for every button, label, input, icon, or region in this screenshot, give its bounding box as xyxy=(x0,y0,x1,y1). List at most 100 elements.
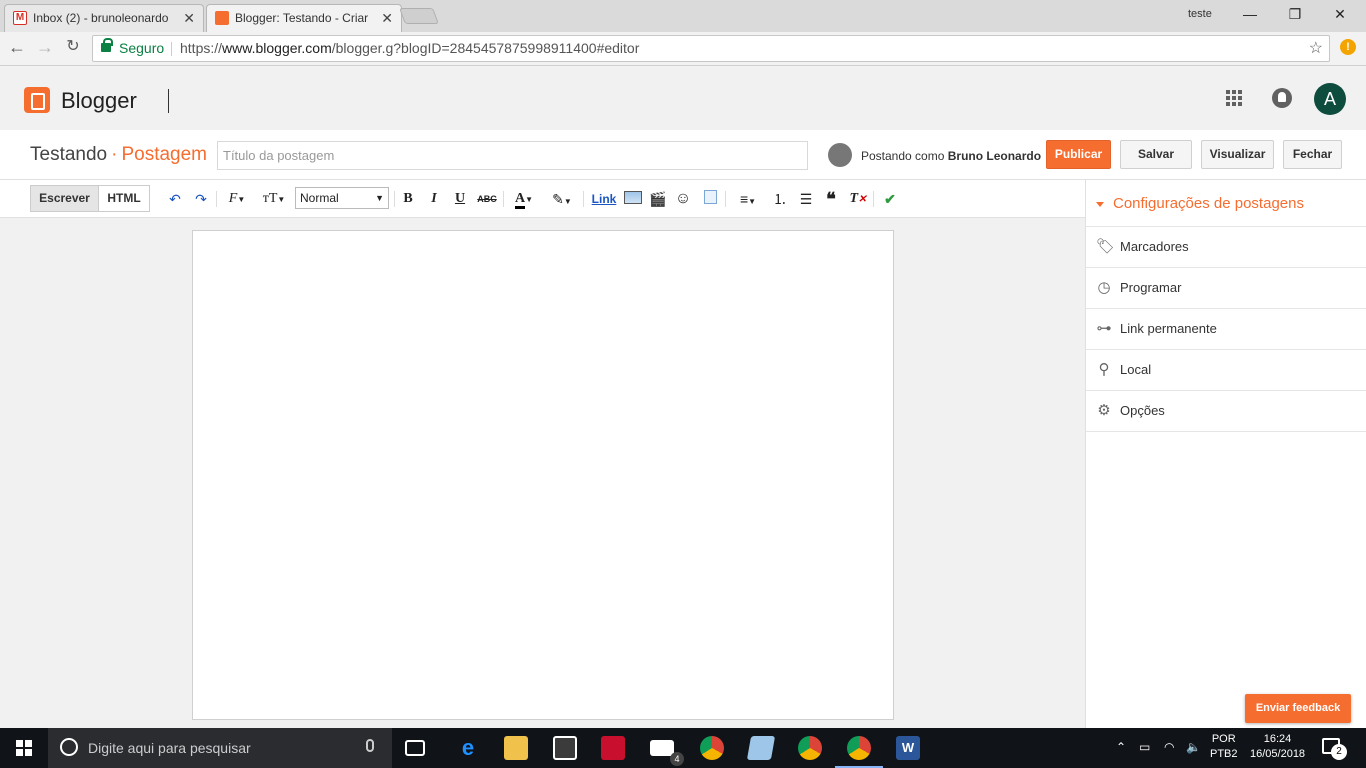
system-clock[interactable]: 16:24 16/05/2018 xyxy=(1250,732,1305,762)
app-name[interactable]: Blogger xyxy=(61,88,137,114)
edge-browser-icon[interactable]: e xyxy=(456,736,480,760)
blogger-logo-icon[interactable] xyxy=(24,87,50,113)
url-text[interactable]: https://www.blogger.com/blogger.g?blogID… xyxy=(180,36,639,61)
back-icon[interactable]: ← xyxy=(6,36,28,58)
spellcheck-icon[interactable]: ✔ xyxy=(880,190,900,208)
font-family-icon[interactable]: F▼ xyxy=(222,190,252,208)
video-icon[interactable]: 🎬 xyxy=(649,190,667,208)
microphone-icon[interactable] xyxy=(366,739,374,752)
post-settings-header[interactable]: Configurações de postagens xyxy=(1086,180,1366,227)
tray-overflow-icon[interactable]: ⌃ xyxy=(1116,740,1126,754)
address-bar[interactable]: Seguro https://www.blogger.com/blogger.g… xyxy=(92,35,1330,62)
battery-icon[interactable]: ▭ xyxy=(1139,740,1150,754)
blog-name[interactable]: Testando xyxy=(30,144,107,165)
post-title-input[interactable] xyxy=(217,141,808,170)
language-indicator[interactable]: POR PTB2 xyxy=(1210,732,1238,762)
chrome-profile-icon[interactable] xyxy=(700,736,724,760)
mail-icon[interactable]: 4 xyxy=(650,740,684,766)
sidebar-item-label: Local xyxy=(1120,362,1152,377)
file-explorer-icon[interactable] xyxy=(504,736,528,760)
extension-alert-icon[interactable]: ! xyxy=(1340,39,1356,55)
notifications-bell-icon[interactable] xyxy=(1272,88,1292,108)
tab-title: Blogger: Testando - Criar xyxy=(235,11,369,25)
blogger-favicon-icon xyxy=(215,11,229,25)
redo-icon[interactable]: ↷ xyxy=(192,190,210,208)
action-center-icon[interactable]: 2 xyxy=(1322,738,1347,760)
volume-icon[interactable]: 🔈 xyxy=(1186,740,1201,754)
html-mode-button[interactable]: HTML xyxy=(98,185,150,212)
close-tab-icon[interactable]: ✕ xyxy=(183,5,195,31)
sidebar-item-labels[interactable]: 🏷 Marcadores xyxy=(1086,227,1366,268)
notes-app-icon[interactable] xyxy=(746,736,776,760)
post-settings-title: Configurações de postagens xyxy=(1113,195,1304,212)
close-button[interactable]: Fechar xyxy=(1283,140,1342,169)
send-feedback-button[interactable]: Enviar feedback xyxy=(1245,694,1351,723)
word-icon[interactable]: W xyxy=(896,736,920,760)
mcafee-icon[interactable] xyxy=(601,736,625,760)
close-tab-icon[interactable]: ✕ xyxy=(381,5,393,31)
sidebar-item-schedule[interactable]: ◷ Programar xyxy=(1086,268,1366,309)
bookmark-star-icon[interactable]: ☆ xyxy=(1309,36,1323,61)
tab-gmail-inbox[interactable]: M Inbox (2) - brunoleonardo ✕ xyxy=(4,4,204,32)
post-body-editor[interactable] xyxy=(192,230,894,720)
windows-taskbar: Digite aqui para pesquisar e 4 W ⌃ ▭ ◠ 🔈… xyxy=(0,728,1366,768)
jump-break-icon[interactable] xyxy=(701,190,719,208)
align-icon[interactable]: ≡▼ xyxy=(732,190,764,208)
strikethrough-icon[interactable]: ABC xyxy=(476,190,498,208)
toolbar-separator xyxy=(583,191,584,207)
toolbar-separator xyxy=(503,191,504,207)
close-window-button[interactable]: ✕ xyxy=(1320,4,1360,26)
bulleted-list-icon[interactable]: ☰ xyxy=(797,190,815,208)
paragraph-format-select[interactable]: Normal ▼ xyxy=(295,187,389,209)
tab-blogger[interactable]: Blogger: Testando - Criar ✕ xyxy=(206,4,402,32)
undo-icon[interactable]: ↶ xyxy=(166,190,184,208)
underline-icon[interactable]: U xyxy=(452,190,468,208)
publish-button[interactable]: Publicar xyxy=(1046,140,1111,169)
apps-grid-icon[interactable] xyxy=(1226,90,1242,106)
chrome-icon[interactable] xyxy=(798,736,822,760)
preview-button[interactable]: Visualizar xyxy=(1201,140,1274,169)
task-view-icon[interactable] xyxy=(405,740,425,756)
tag-icon: 🏷 xyxy=(1096,238,1116,255)
compose-mode-button[interactable]: Escrever xyxy=(30,185,99,212)
clock-time: 16:24 xyxy=(1263,733,1292,745)
save-button[interactable]: Salvar xyxy=(1120,140,1192,169)
sidebar-item-location[interactable]: ⚲ Local xyxy=(1086,350,1366,391)
store-icon[interactable] xyxy=(553,736,577,760)
sidebar-item-options[interactable]: ⚙ Opções xyxy=(1086,391,1366,432)
lang-bottom: PTB2 xyxy=(1210,748,1238,760)
url-path: /blogger.g?blogID=2845457875998911400#ed… xyxy=(331,40,640,56)
tab-title: Inbox (2) - brunoleonardo xyxy=(33,11,169,25)
title-separator: · xyxy=(111,144,118,165)
quote-icon[interactable]: ❝ xyxy=(822,190,840,208)
reload-icon[interactable]: ↻ xyxy=(62,36,84,58)
format-value: Normal xyxy=(300,191,339,205)
gmail-icon: M xyxy=(13,11,27,25)
browser-tab-strip: M Inbox (2) - brunoleonardo ✕ Blogger: T… xyxy=(0,0,1366,32)
numbered-list-icon[interactable]: ⒈ xyxy=(771,190,789,208)
sidebar-item-label: Programar xyxy=(1120,280,1182,295)
clear-format-icon[interactable]: T✕ xyxy=(848,190,868,208)
account-avatar[interactable]: A xyxy=(1314,83,1346,115)
forward-icon[interactable]: → xyxy=(34,36,56,58)
restore-button[interactable]: ❐ xyxy=(1275,4,1315,26)
highlight-icon[interactable]: ✎▼ xyxy=(546,190,578,208)
minimize-button[interactable]: — xyxy=(1230,4,1270,26)
bold-icon[interactable]: B xyxy=(400,190,416,208)
author-avatar xyxy=(828,143,852,167)
italic-icon[interactable]: I xyxy=(426,190,442,208)
blogger-header: Blogger A xyxy=(0,67,1366,130)
chrome-active-icon[interactable] xyxy=(835,736,883,768)
wifi-icon[interactable]: ◠ xyxy=(1164,740,1174,754)
sidebar-item-permalink[interactable]: ⊶ Link permanente xyxy=(1086,309,1366,350)
url-domain: www.blogger.com xyxy=(222,40,332,56)
insert-link-button[interactable]: Link xyxy=(590,190,618,208)
profile-name[interactable]: teste xyxy=(1188,8,1212,20)
image-icon[interactable] xyxy=(623,190,643,208)
new-tab-button[interactable] xyxy=(399,8,439,24)
windows-start-icon[interactable] xyxy=(16,740,32,756)
emoji-icon[interactable]: ☺ xyxy=(674,190,692,208)
text-color-icon[interactable]: A▼ xyxy=(508,190,540,209)
font-size-icon[interactable]: тT▼ xyxy=(258,190,290,208)
taskbar-search[interactable]: Digite aqui para pesquisar xyxy=(48,728,392,768)
